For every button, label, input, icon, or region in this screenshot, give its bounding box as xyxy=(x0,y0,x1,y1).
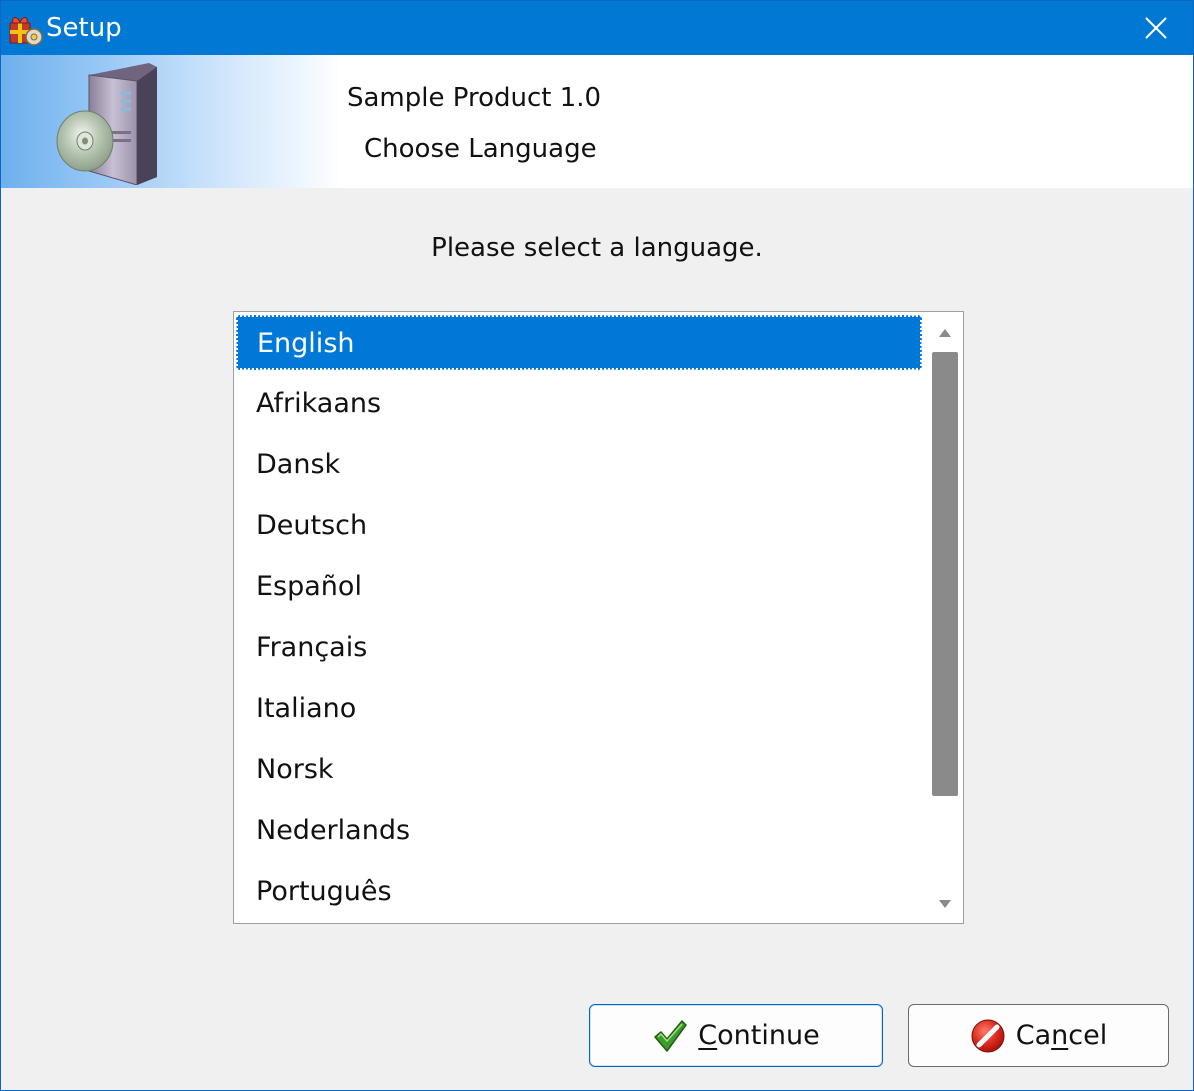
continue-button[interactable]: Continue xyxy=(589,1004,883,1067)
language-listbox[interactable]: English Afrikaans Dansk Deutsch Español … xyxy=(233,311,964,924)
checkmark-icon xyxy=(654,1019,688,1052)
close-icon xyxy=(1145,17,1167,39)
continue-button-label: Continue xyxy=(698,1020,819,1051)
cancel-button-label: Cancel xyxy=(1016,1020,1108,1051)
setup-window: Setup Sample Product 1.0 Choose Language… xyxy=(0,0,1194,1091)
language-item-italiano[interactable]: Italiano xyxy=(236,681,922,736)
vertical-scrollbar[interactable] xyxy=(927,312,963,923)
language-item-francais[interactable]: Français xyxy=(236,620,922,675)
language-item-nederlands[interactable]: Nederlands xyxy=(236,803,922,858)
language-item-espanol[interactable]: Español xyxy=(236,559,922,614)
product-title: Sample Product 1.0 xyxy=(347,83,602,113)
close-button[interactable] xyxy=(1119,1,1193,55)
scroll-up-arrow-icon xyxy=(939,329,951,337)
window-title: Setup xyxy=(46,13,122,43)
scroll-up-button[interactable] xyxy=(927,316,963,350)
scroll-down-button[interactable] xyxy=(927,887,963,921)
cancel-label-before: Ca xyxy=(1015,1020,1052,1051)
cancel-label-rest: cel xyxy=(1068,1020,1108,1051)
language-item-norsk[interactable]: Norsk xyxy=(236,742,922,797)
software-box-cd-icon xyxy=(56,63,157,185)
continue-label-rest: ontinue xyxy=(717,1020,820,1051)
language-item-dansk[interactable]: Dansk xyxy=(236,437,922,492)
language-item-portugues[interactable]: Português xyxy=(236,864,922,919)
scroll-down-arrow-icon xyxy=(939,900,951,908)
cancel-mnemonic: n xyxy=(1051,1020,1069,1051)
language-prompt: Please select a language. xyxy=(431,233,763,263)
setup-package-icon xyxy=(9,17,43,46)
language-item-deutsch[interactable]: Deutsch xyxy=(236,498,922,553)
wizard-header: Sample Product 1.0 Choose Language xyxy=(1,55,1193,188)
step-title: Choose Language xyxy=(364,134,597,164)
continue-mnemonic: C xyxy=(698,1020,718,1051)
cancel-icon xyxy=(971,1019,1005,1052)
scroll-thumb[interactable] xyxy=(932,352,958,796)
cancel-button[interactable]: Cancel xyxy=(908,1004,1169,1067)
language-item-afrikaans[interactable]: Afrikaans xyxy=(236,376,922,431)
language-item-english[interactable]: English xyxy=(236,315,922,370)
title-bar[interactable]: Setup xyxy=(1,1,1193,55)
